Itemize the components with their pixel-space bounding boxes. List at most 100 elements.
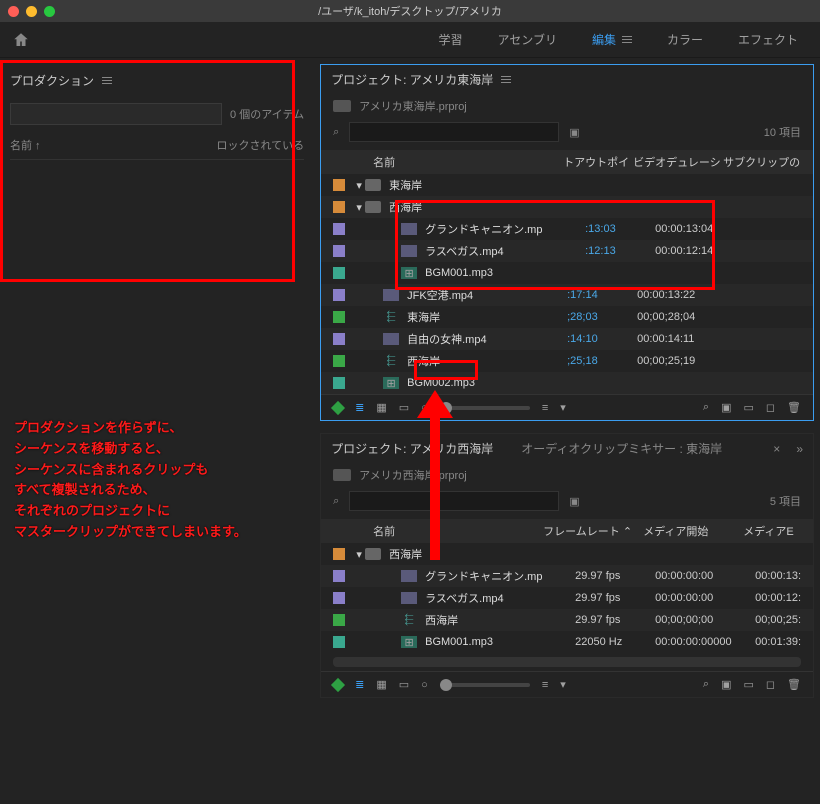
auto-sequence-icon[interactable]: ▾ — [560, 401, 566, 414]
project-search-input[interactable] — [349, 491, 559, 511]
item-duration: 00:00:13:04 — [655, 223, 745, 235]
panel-overflow-icon[interactable]: » — [796, 442, 803, 456]
label-chip[interactable] — [333, 245, 345, 257]
icon-view-icon[interactable]: ▦ — [376, 401, 386, 414]
clip-icon — [401, 245, 417, 257]
label-chip[interactable] — [333, 548, 345, 560]
col-duration[interactable]: ビデオデュレーシ — [633, 154, 723, 170]
project-row[interactable]: JFK空港.mp4:17:1400:00:13:22 — [321, 284, 813, 306]
project-row[interactable]: ⊞BGM001.mp322050 Hz00:00:00:0000000:01:3… — [321, 631, 813, 653]
item-name: 西海岸 — [389, 199, 549, 215]
project-row[interactable]: ラスベガス.mp429.97 fps00:00:00:0000:00:12: — [321, 587, 813, 609]
expand-arrow[interactable]: ▾ — [353, 548, 365, 561]
tab-learn[interactable]: 学習 — [439, 31, 463, 48]
sort-icon[interactable]: ≡ — [542, 679, 548, 691]
project-search-input[interactable] — [349, 122, 559, 142]
label-chip[interactable] — [333, 377, 345, 389]
label-chip[interactable] — [333, 355, 345, 367]
zoom-out-icon[interactable]: ○ — [421, 402, 428, 414]
filter-bin-icon[interactable]: ▣ — [569, 495, 579, 508]
project-row[interactable]: ⬱東海岸;28;0300;00;28;04 — [321, 306, 813, 328]
tab-color[interactable]: カラー — [667, 31, 703, 48]
list-view-icon[interactable]: ≣ — [355, 401, 364, 414]
label-chip[interactable] — [333, 614, 345, 626]
project-row[interactable]: グランドキャニオン.mp29.97 fps00:00:00:0000:00:13… — [321, 565, 813, 587]
icon-view-icon[interactable]: ▦ — [376, 678, 386, 691]
item-name: グランドキャニオン.mp — [425, 568, 575, 584]
panel-close-icon[interactable]: × — [773, 442, 780, 456]
col-media-end[interactable]: メディアE — [743, 523, 801, 539]
new-bin-icon[interactable]: ▣ — [721, 678, 731, 691]
filter-bin-icon[interactable]: ▣ — [569, 126, 579, 139]
label-chip[interactable] — [333, 592, 345, 604]
col-media-start[interactable]: メディア開始 — [643, 523, 743, 539]
col-locked[interactable]: ロックされている — [216, 137, 304, 153]
auto-sequence-icon[interactable]: ▾ — [560, 678, 566, 691]
label-chip[interactable] — [333, 179, 345, 191]
home-icon[interactable] — [12, 31, 30, 49]
panel-menu-icon[interactable] — [501, 76, 511, 83]
project-row[interactable]: ▾ 西海岸 — [321, 543, 813, 565]
edit-pencil-icon[interactable] — [331, 677, 345, 691]
project-row[interactable]: ⬱西海岸;25;1800;00;25;19 — [321, 350, 813, 372]
close-window-button[interactable] — [8, 6, 19, 17]
clear-icon[interactable]: ◻ — [766, 401, 775, 414]
tab-assembly[interactable]: アセンブリ — [498, 31, 557, 48]
col-name[interactable]: 名前 — [353, 523, 543, 539]
project-row[interactable]: 自由の女神.mp4:14:1000:00:14:11 — [321, 328, 813, 350]
sequence-icon: ⬱ — [383, 311, 399, 323]
maximize-window-button[interactable] — [44, 6, 55, 17]
label-chip[interactable] — [333, 636, 345, 648]
project-row[interactable]: ▾東海岸 — [321, 174, 813, 196]
col-name[interactable]: 名前 ↑ — [10, 137, 216, 153]
label-chip[interactable] — [333, 267, 345, 279]
project-row[interactable]: ラスベガス.mp4:12:1300:00:12:14 — [321, 240, 813, 262]
label-chip[interactable] — [333, 333, 345, 345]
trash-icon[interactable]: 🗑 — [787, 401, 801, 414]
tab-menu-icon[interactable] — [622, 36, 632, 43]
label-chip[interactable] — [333, 201, 345, 213]
horizontal-scrollbar[interactable] — [333, 657, 801, 667]
minimize-window-button[interactable] — [26, 6, 37, 17]
find-icon[interactable]: ⌕ — [703, 401, 709, 414]
expand-arrow[interactable]: ▾ — [353, 201, 365, 214]
project-row[interactable]: ⊞BGM002.mp3 — [321, 372, 813, 394]
clip-icon — [401, 592, 417, 604]
clip-icon — [383, 333, 399, 345]
zoom-slider[interactable] — [440, 683, 530, 687]
new-bin-icon[interactable]: ▣ — [721, 401, 731, 414]
production-search-input[interactable] — [10, 103, 222, 125]
label-chip[interactable] — [333, 223, 345, 235]
item-name: 西海岸 — [389, 546, 539, 562]
col-framerate[interactable]: フレームレート ⌃ — [543, 523, 643, 539]
freeform-view-icon[interactable]: ▭ — [399, 401, 409, 414]
zoom-slider[interactable] — [440, 406, 530, 410]
new-item-icon[interactable]: ▭ — [743, 401, 753, 414]
project-row[interactable]: ⬱西海岸29.97 fps00;00;00;0000;00;25: — [321, 609, 813, 631]
project-row[interactable]: ▾ 西海岸 — [321, 196, 813, 218]
freeform-view-icon[interactable]: ▭ — [399, 678, 409, 691]
zoom-out-icon[interactable]: ○ — [421, 679, 428, 691]
col-subclip[interactable]: サブクリップの — [723, 154, 801, 170]
col-name[interactable]: 名前 — [353, 154, 563, 170]
project-row[interactable]: ⊞BGM001.mp3 — [321, 262, 813, 284]
label-chip[interactable] — [333, 570, 345, 582]
clear-icon[interactable]: ◻ — [766, 678, 775, 691]
new-item-icon[interactable]: ▭ — [743, 678, 753, 691]
project-panel-tab1[interactable]: プロジェクト: アメリカ西海岸 — [331, 440, 493, 457]
label-chip[interactable] — [333, 311, 345, 323]
tab-effect[interactable]: エフェクト — [738, 31, 798, 48]
find-icon[interactable]: ⌕ — [703, 678, 709, 691]
col-outpoint[interactable]: トアウトポイ — [563, 154, 633, 170]
edit-pencil-icon[interactable] — [331, 400, 345, 414]
project-panel-title[interactable]: プロジェクト: アメリカ東海岸 — [331, 71, 493, 88]
panel-menu-icon[interactable] — [102, 77, 112, 84]
project-panel-tab2[interactable]: オーディオクリップミキサー : 東海岸 — [521, 440, 722, 457]
project-row[interactable]: グランドキャニオン.mp:13:0300:00:13:04 — [321, 218, 813, 240]
tab-edit[interactable]: 編集 — [592, 31, 632, 48]
trash-icon[interactable]: 🗑 — [787, 678, 801, 691]
expand-arrow[interactable]: ▾ — [353, 179, 365, 192]
label-chip[interactable] — [333, 289, 345, 301]
list-view-icon[interactable]: ≣ — [355, 678, 364, 691]
sort-icon[interactable]: ≡ — [542, 402, 548, 414]
